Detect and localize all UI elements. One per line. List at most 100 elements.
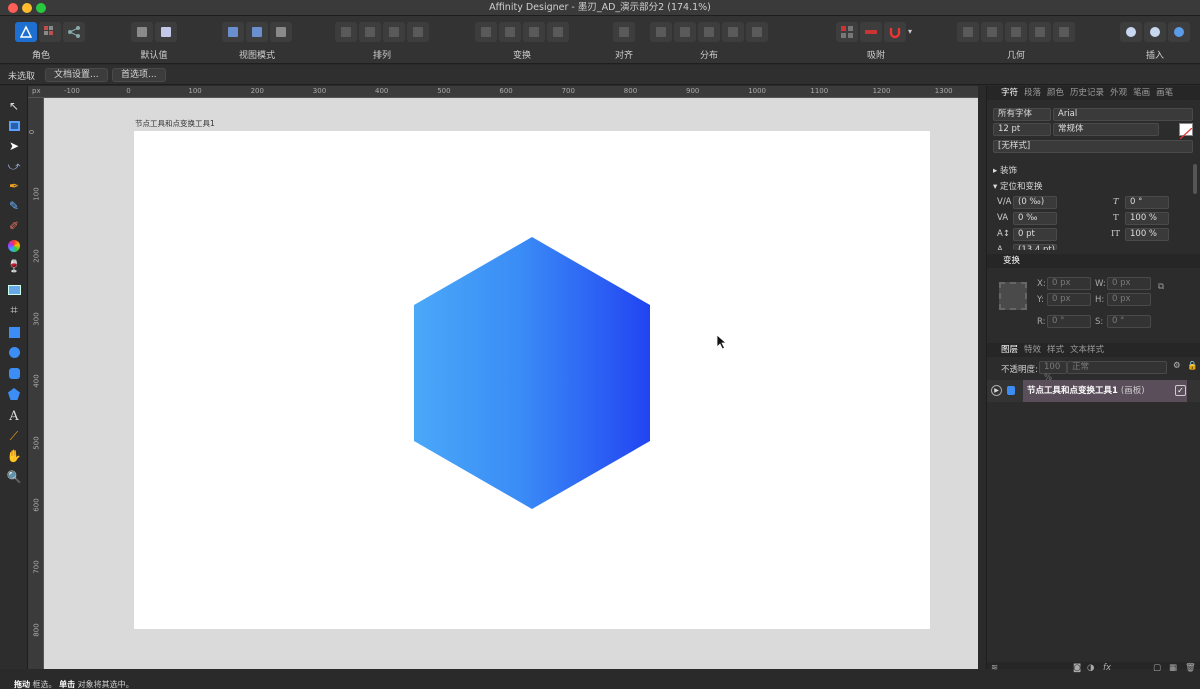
export-persona-button[interactable] [63,22,85,42]
text-color-swatch[interactable] [1179,123,1193,140]
move-to-front-button[interactable] [407,22,429,42]
character-style-select[interactable]: [无样式] [993,140,1193,153]
view-mode-retina-button[interactable] [246,22,268,42]
delete-layer-icon[interactable]: 🗑 [1185,663,1196,673]
rotate-right-button[interactable] [547,22,569,42]
transform-x-field[interactable]: 0 px [1047,277,1091,290]
minimize-window-button[interactable] [22,3,32,13]
view-mode-pixel-button[interactable] [222,22,244,42]
align-top-button[interactable] [698,22,720,42]
move-back-one-button[interactable] [359,22,381,42]
geometry-add-button[interactable] [957,22,979,42]
shear-field[interactable]: 0 ° [1125,196,1169,209]
fill-tool-icon[interactable] [6,238,22,254]
transform-rotation-field[interactable]: 0 ° [1047,315,1091,328]
adjustment-icon[interactable]: ◑ [1087,663,1094,673]
snapping-grid-button[interactable] [836,22,858,42]
align-center-button[interactable] [650,22,672,42]
pen-tool-icon[interactable]: ✒ [6,178,22,194]
layer-settings-gear-icon[interactable]: ⚙ [1173,361,1181,371]
place-image-tool-icon[interactable] [6,282,22,298]
transform-h-field[interactable]: 0 px [1107,293,1151,306]
character-panel-tab[interactable]: 字符 [1001,86,1018,100]
layer-row-artboard[interactable]: ▶ 节点工具和点变换工具1 (画板) ✓ [987,380,1200,402]
node-tool-icon[interactable]: ➤ [6,138,22,154]
pixel-persona-button[interactable] [39,22,61,42]
transform-w-field[interactable]: 0 px [1107,277,1151,290]
align-bottom-button[interactable] [746,22,768,42]
geometry-divide-button[interactable] [1053,22,1075,42]
font-collection-select[interactable]: 所有字体 [993,108,1051,121]
snapping-options-button[interactable] [860,22,882,42]
transparency-tool-icon[interactable]: 🍷 [6,258,22,274]
font-style-select[interactable]: 常规体 [1053,123,1159,136]
decorations-section[interactable]: ▸ 装饰 [993,164,1017,176]
lock-aspect-icon[interactable]: ⧉ [1158,282,1164,292]
layer-name[interactable]: 节点工具和点变换工具1 (画板) [1023,380,1187,402]
layers-panel-tab[interactable]: 图层 [1001,343,1018,357]
crop-tool-icon[interactable]: ⌗ [6,302,22,318]
rounded-rectangle-tool-icon[interactable] [6,365,22,381]
font-size-field[interactable]: 12 pt [993,123,1051,136]
preferences-button[interactable]: 首选项... [112,68,166,82]
layers-panel-tab[interactable]: 样式 [1047,343,1064,357]
vertical-scale-field[interactable]: 100 % [1125,228,1169,241]
polygon-tool-icon[interactable] [6,386,22,402]
anchor-selector-icon[interactable] [999,282,1027,310]
group-layers-icon[interactable]: ▦ [1169,663,1177,673]
insert-inside-button[interactable] [1168,22,1190,42]
lock-icon[interactable]: 🔒 [1187,361,1198,371]
character-panel-tab[interactable]: 颜色 [1047,86,1064,100]
opacity-field[interactable]: 100 % [1039,361,1067,383]
view-mode-outline-button[interactable] [270,22,292,42]
baseline-field[interactable]: 0 pt [1013,228,1057,241]
point-transform-tool-icon[interactable]: ⤻ [6,158,22,174]
close-window-button[interactable] [8,3,18,13]
rectangle-tool-icon[interactable] [6,324,22,340]
color-picker-tool-icon[interactable]: ⟋ [6,428,22,444]
transform-shear-field[interactable]: 0 ° [1107,315,1151,328]
add-layer-icon[interactable]: ▢ [1153,663,1161,673]
ellipse-tool-icon[interactable] [6,344,22,360]
layers-panel-tab[interactable]: 文本样式 [1070,343,1104,357]
character-panel-tab[interactable]: 段落 [1024,86,1041,100]
hand-tool-icon[interactable]: ✋ [6,448,22,464]
zoom-window-button[interactable] [36,3,46,13]
geometry-intersect-button[interactable] [1005,22,1027,42]
revert-defaults-button[interactable] [155,22,177,42]
rotate-left-button[interactable] [523,22,545,42]
flip-vertical-button[interactable] [499,22,521,42]
mask-icon[interactable]: ◙ [1073,663,1081,673]
document-canvas[interactable]: 节点工具和点变换工具1 [44,98,978,669]
align-right-button[interactable] [674,22,696,42]
flip-horizontal-button[interactable] [475,22,497,42]
move-to-back-button[interactable] [335,22,357,42]
move-forward-one-button[interactable] [383,22,405,42]
text-tool-icon[interactable]: A [6,408,22,424]
layers-stack-icon[interactable]: ≋ [991,663,998,673]
fx-icon[interactable]: fx [1103,663,1111,673]
character-panel-tab[interactable]: 画笔 [1156,86,1173,100]
artboard-tool-icon[interactable] [6,118,22,134]
document-setup-button[interactable]: 文档设置... [45,68,108,82]
character-panel-scrollbar[interactable] [1193,164,1197,194]
artboard[interactable] [134,131,930,629]
align-left-button[interactable] [613,22,635,42]
align-middle-button[interactable] [722,22,744,42]
designer-persona-button[interactable] [15,22,37,42]
move-tool-icon[interactable]: ↖ [6,98,22,114]
position-transform-section[interactable]: ▾ 定位和变换 [993,180,1042,192]
kerning-field[interactable]: (0 ‰) [1013,196,1057,209]
leading-field[interactable]: (13.4 pt) [1013,244,1057,250]
layers-panel-tab[interactable]: 特效 [1024,343,1041,357]
horizontal-scale-field[interactable]: 100 % [1125,212,1169,225]
tracking-field[interactable]: 0 ‰ [1013,212,1057,225]
pencil-tool-icon[interactable]: ✎ [6,198,22,214]
insert-top-button[interactable] [1144,22,1166,42]
layer-visibility-checkbox[interactable]: ✓ [1175,385,1186,396]
character-panel-tab[interactable]: 历史记录 [1070,86,1104,100]
geometry-subtract-button[interactable] [981,22,1003,42]
expand-layer-icon[interactable]: ▶ [991,385,1002,396]
geometry-xor-button[interactable] [1029,22,1051,42]
transform-y-field[interactable]: 0 px [1047,293,1091,306]
